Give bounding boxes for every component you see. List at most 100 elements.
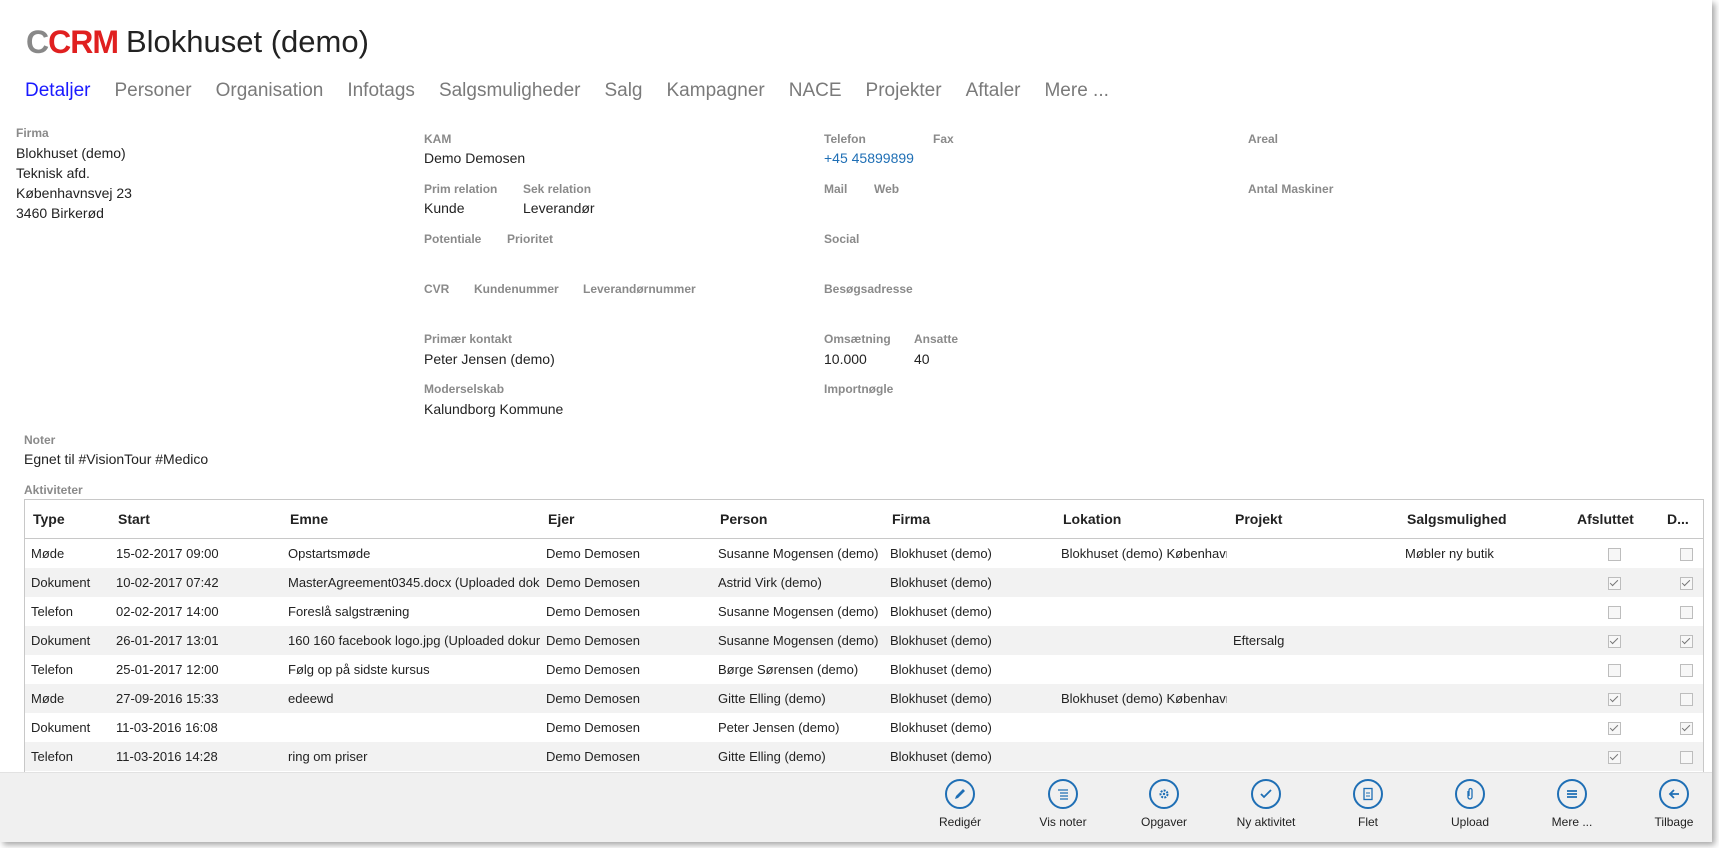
table-row[interactable]: Telefon 02-02-2017 14:00 Foreslå salgstræn… bbox=[25, 597, 1703, 626]
col-ejer[interactable]: Ejer bbox=[540, 500, 712, 539]
tab-aftaler[interactable]: Aftaler bbox=[966, 80, 1021, 102]
noter-value: Egnet til #VisionTour #Medico bbox=[24, 451, 209, 467]
col-person[interactable]: Person bbox=[712, 500, 884, 539]
logo-c: C bbox=[26, 23, 49, 60]
sek-relation-value: Leverandør bbox=[523, 200, 595, 216]
prim-relation-label: Prim relation bbox=[424, 182, 498, 196]
notes-icon bbox=[1048, 779, 1078, 809]
col-projekt[interactable]: Projekt bbox=[1227, 500, 1399, 539]
afsluttet-cell bbox=[1569, 684, 1659, 713]
show-notes-button[interactable]: Vis noter bbox=[1023, 779, 1103, 829]
table-row[interactable]: Telefon 25-01-2017 12:00 Følg op på sidste… bbox=[25, 655, 1703, 684]
afsluttet-checkbox[interactable] bbox=[1607, 577, 1621, 591]
salgsmulighed-cell bbox=[1399, 655, 1569, 684]
afsluttet-checkbox[interactable] bbox=[1607, 635, 1621, 649]
edit-button[interactable]: Redigér bbox=[920, 779, 1000, 829]
d-checkbox[interactable] bbox=[1679, 722, 1693, 736]
col-type[interactable]: Type bbox=[25, 500, 110, 539]
person-cell: Gitte Elling (demo) bbox=[712, 684, 884, 713]
table-row[interactable]: Dokument 11-03-2016 16:08 Demo Demosen Pete… bbox=[25, 713, 1703, 742]
type-cell: Dokument bbox=[25, 626, 110, 655]
table-row[interactable]: Møde 27-09-2016 15:33 edeewd Demo Demosen Gi… bbox=[25, 684, 1703, 713]
antal-maskiner-label: Antal Maskiner bbox=[1248, 182, 1334, 196]
show-notes-label: Vis noter bbox=[1039, 815, 1087, 829]
merge-button[interactable]: Flet bbox=[1328, 779, 1408, 829]
d-checkbox[interactable] bbox=[1679, 635, 1693, 649]
upload-button[interactable]: Upload bbox=[1430, 779, 1510, 829]
afsluttet-cell bbox=[1569, 655, 1659, 684]
afsluttet-checkbox[interactable] bbox=[1607, 693, 1621, 707]
back-arrow-icon bbox=[1659, 779, 1689, 809]
d-checkbox[interactable] bbox=[1679, 548, 1693, 562]
moderselskab-value: Kalundborg Kommune bbox=[424, 401, 564, 417]
tasks-button[interactable]: Opgaver bbox=[1124, 779, 1204, 829]
tab-projekter[interactable]: Projekter bbox=[866, 80, 942, 102]
sek-relation-label: Sek relation bbox=[523, 182, 592, 196]
col-salgsmulighed[interactable]: Salgsmulighed bbox=[1399, 500, 1569, 539]
leverandornummer-label: Leverandørnummer bbox=[583, 282, 696, 296]
afsluttet-checkbox[interactable] bbox=[1607, 606, 1621, 620]
tab-salgsmuligheder[interactable]: Salgsmuligheder bbox=[439, 80, 581, 102]
firma-department: Teknisk afd. bbox=[16, 165, 90, 181]
tab-detaljer[interactable]: Detaljer bbox=[25, 80, 90, 102]
tab-salg[interactable]: Salg bbox=[604, 80, 642, 102]
new-activity-button[interactable]: Ny aktivitet bbox=[1226, 779, 1306, 829]
tab-infotags[interactable]: Infotags bbox=[347, 80, 415, 102]
d-cell bbox=[1659, 626, 1703, 655]
tab-kampagner[interactable]: Kampagner bbox=[667, 80, 765, 102]
crm-logo: C CRM bbox=[26, 23, 119, 61]
firma-cell: Blokhuset (demo) bbox=[890, 720, 992, 735]
col-afsluttet[interactable]: Afsluttet bbox=[1569, 500, 1659, 539]
firma-cell: Blokhuset (demo) bbox=[884, 568, 1055, 597]
d-checkbox[interactable] bbox=[1679, 693, 1693, 707]
lokation-cell: Blokhuset (demo) København bbox=[1061, 546, 1227, 561]
d-checkbox[interactable] bbox=[1679, 606, 1693, 620]
col-firma[interactable]: Firma bbox=[884, 500, 1055, 539]
type-cell: Telefon bbox=[31, 662, 73, 677]
tab-personer[interactable]: Personer bbox=[114, 80, 191, 102]
type-cell: Møde bbox=[25, 684, 110, 713]
afsluttet-checkbox[interactable] bbox=[1607, 548, 1621, 562]
table-row[interactable]: Dokument 26-01-2017 13:01 160 160 facebook… bbox=[25, 626, 1703, 655]
firma-street: Københavnsvej 23 bbox=[16, 185, 132, 201]
d-checkbox[interactable] bbox=[1679, 664, 1693, 678]
ejer-cell: Demo Demosen bbox=[540, 568, 712, 597]
tasks-label: Opgaver bbox=[1140, 815, 1188, 829]
afsluttet-checkbox[interactable] bbox=[1607, 751, 1621, 765]
potentiale-label: Potentiale bbox=[424, 232, 482, 246]
d-cell bbox=[1659, 684, 1703, 713]
type-cell: Dokument bbox=[25, 568, 110, 597]
d-checkbox[interactable] bbox=[1679, 751, 1693, 765]
table-row[interactable]: Telefon 11-03-2016 14:28 ring om priser Dem… bbox=[25, 742, 1703, 771]
table-row[interactable]: Dokument 10-02-2017 07:42 MasterAgreement0… bbox=[25, 568, 1703, 597]
afsluttet-checkbox[interactable] bbox=[1607, 722, 1621, 736]
col-d[interactable]: D... bbox=[1659, 500, 1703, 539]
more-button[interactable]: Mere ... bbox=[1532, 779, 1612, 829]
table-row[interactable]: Møde 15-02-2017 09:00 Opstartsmøde Demo Dem… bbox=[25, 539, 1703, 569]
col-start[interactable]: Start bbox=[110, 500, 282, 539]
afsluttet-checkbox[interactable] bbox=[1607, 664, 1621, 678]
d-checkbox[interactable] bbox=[1679, 577, 1693, 591]
gear-icon bbox=[1149, 779, 1179, 809]
type-cell: Møde bbox=[31, 546, 65, 561]
emne-cell: ring om priser bbox=[282, 742, 540, 771]
tab-nace[interactable]: NACE bbox=[789, 80, 842, 102]
tab-organisation[interactable]: Organisation bbox=[216, 80, 324, 102]
back-button[interactable]: Tilbage bbox=[1634, 779, 1712, 829]
col-emne[interactable]: Emne bbox=[282, 500, 540, 539]
ansatte-label: Ansatte bbox=[914, 332, 959, 346]
projekt-cell bbox=[1227, 713, 1399, 742]
person-cell: Peter Jensen (demo) bbox=[718, 720, 840, 735]
ejer-cell: Demo Demosen bbox=[546, 546, 640, 561]
fax-label: Fax bbox=[933, 132, 954, 146]
primaer-kontakt-value[interactable]: Peter Jensen (demo) bbox=[424, 351, 555, 367]
projekt-cell bbox=[1227, 597, 1399, 626]
salgsmulighed-cell bbox=[1399, 626, 1569, 655]
col-lokation[interactable]: Lokation bbox=[1055, 500, 1227, 539]
telefon-value[interactable]: +45 45899899 bbox=[824, 150, 914, 166]
type-cell: Telefon bbox=[25, 742, 110, 771]
lokation-cell: Blokhuset (demo) København bbox=[1055, 684, 1227, 713]
tab-mere[interactable]: Mere ... bbox=[1044, 80, 1108, 102]
d-cell bbox=[1659, 539, 1703, 569]
start-cell: 10-02-2017 07:42 bbox=[110, 568, 282, 597]
